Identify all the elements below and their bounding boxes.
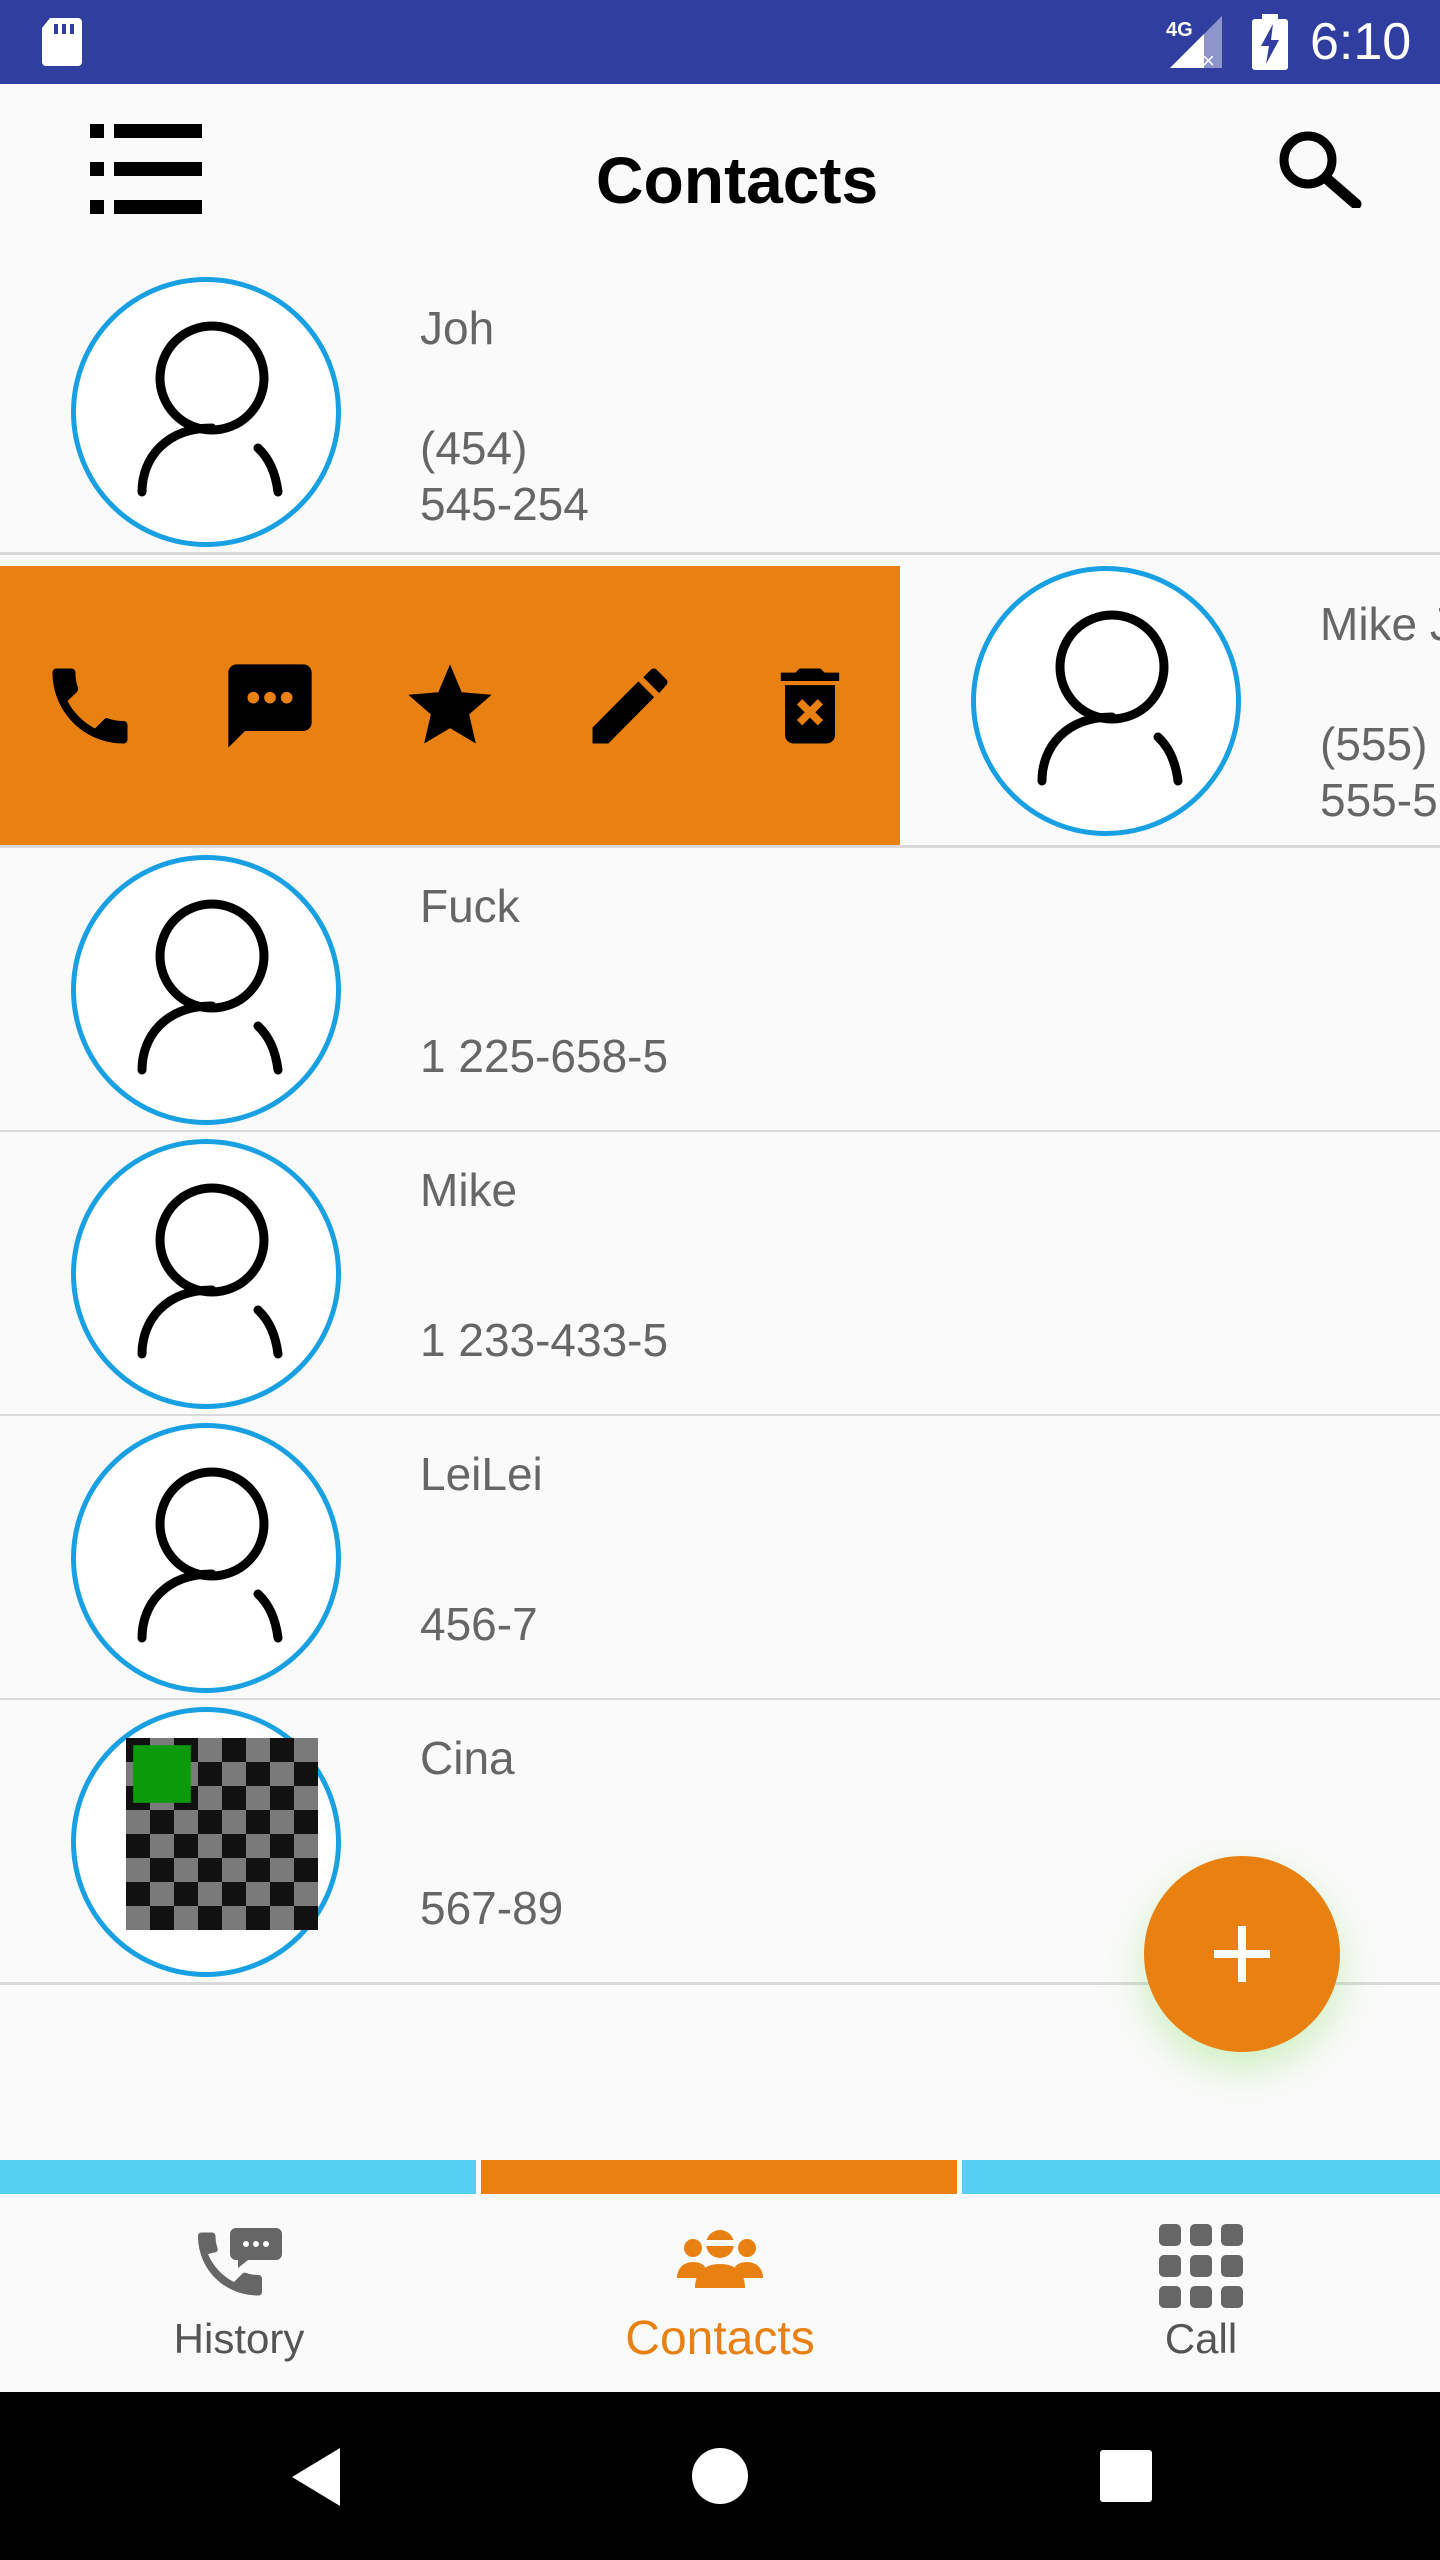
delete-icon [780, 668, 840, 744]
contact-phone: 567-89 [420, 1882, 564, 1934]
tab-indicator-contacts [481, 2160, 957, 2194]
person-icon [1037, 610, 1183, 786]
contact-name: Mike [420, 1164, 518, 1216]
status-bar [0, 0, 1440, 84]
pencil-icon [592, 668, 668, 744]
tab-indicator-history [0, 2160, 476, 2194]
message-action-button[interactable] [220, 656, 320, 756]
avatar [71, 1139, 341, 1409]
tab-label: History [173, 2315, 305, 2362]
contact-row[interactable]: Fuck 1 225-658-5 [0, 848, 1440, 1133]
recents-button[interactable] [1098, 2448, 1154, 2504]
back-button[interactable] [288, 2446, 344, 2508]
contact-phone: (454) 545-254 [420, 422, 589, 530]
phone-icon [52, 668, 128, 744]
call-action-button[interactable] [40, 656, 140, 756]
search-button[interactable] [1272, 128, 1384, 224]
contact-name: Cina [420, 1732, 515, 1784]
tab-history[interactable]: History [0, 2194, 478, 2392]
person-icon [137, 1183, 283, 1359]
person-icon [137, 899, 283, 1075]
sd-card-icon [40, 16, 84, 73]
dialpad-icon [1159, 2224, 1243, 2313]
contact-row-swiped[interactable]: Mike J (555) 555-5 [900, 566, 1440, 845]
avatar [71, 855, 341, 1125]
tab-label: Call [1164, 2315, 1238, 2362]
contact-phone: 456-7 [420, 1598, 538, 1650]
svg-text:×: × [1202, 48, 1215, 70]
avatar [71, 277, 341, 547]
message-icon [228, 664, 312, 748]
system-navigation-bar [0, 2392, 1440, 2560]
avatar [71, 1707, 341, 1977]
avatar [971, 566, 1241, 836]
plus-icon [1214, 1926, 1270, 1982]
swipe-actions-panel [0, 566, 900, 845]
svg-text:4G: 4G [1166, 19, 1193, 41]
favorite-action-button[interactable] [400, 656, 500, 756]
contact-row[interactable]: Mike 1 233-433-5 [0, 1132, 1440, 1417]
tab-contacts[interactable]: Contacts [481, 2194, 959, 2392]
contact-name: Mike J [1320, 598, 1440, 650]
contact-row[interactable]: Joh (454) 545-254 [0, 270, 1440, 555]
signal-4g-icon: 4G × [1164, 14, 1224, 75]
search-icon [1279, 131, 1362, 210]
edit-action-button[interactable] [580, 656, 680, 756]
tab-label: Contacts [625, 2312, 815, 2365]
person-icon [137, 1467, 283, 1643]
home-button[interactable] [690, 2446, 750, 2506]
phone-chat-icon [194, 2224, 284, 2309]
status-time: 6:10 [1310, 13, 1412, 71]
tab-call[interactable]: Call [962, 2194, 1440, 2392]
add-contact-button[interactable] [1144, 1856, 1340, 2052]
delete-action-button[interactable] [760, 656, 860, 756]
tab-indicator-call [962, 2160, 1440, 2194]
page-title: Contacts [595, 143, 879, 217]
contact-phone: 1 233-433-5 [420, 1314, 669, 1366]
avatar [71, 1423, 341, 1693]
contact-row[interactable]: LeiLei 456-7 [0, 1416, 1440, 1701]
contact-phone: 1 225-658-5 [420, 1030, 669, 1082]
group-icon [675, 2224, 765, 2299]
star-icon [408, 664, 492, 744]
contact-phone: (555) 555-5 [1320, 718, 1438, 826]
contact-name: LeiLei [420, 1448, 543, 1500]
contact-photo [126, 1738, 318, 1930]
contact-name: Joh [420, 302, 495, 354]
battery-charging-icon [1252, 14, 1288, 75]
contact-name: Fuck [420, 880, 520, 932]
person-icon [137, 321, 283, 497]
